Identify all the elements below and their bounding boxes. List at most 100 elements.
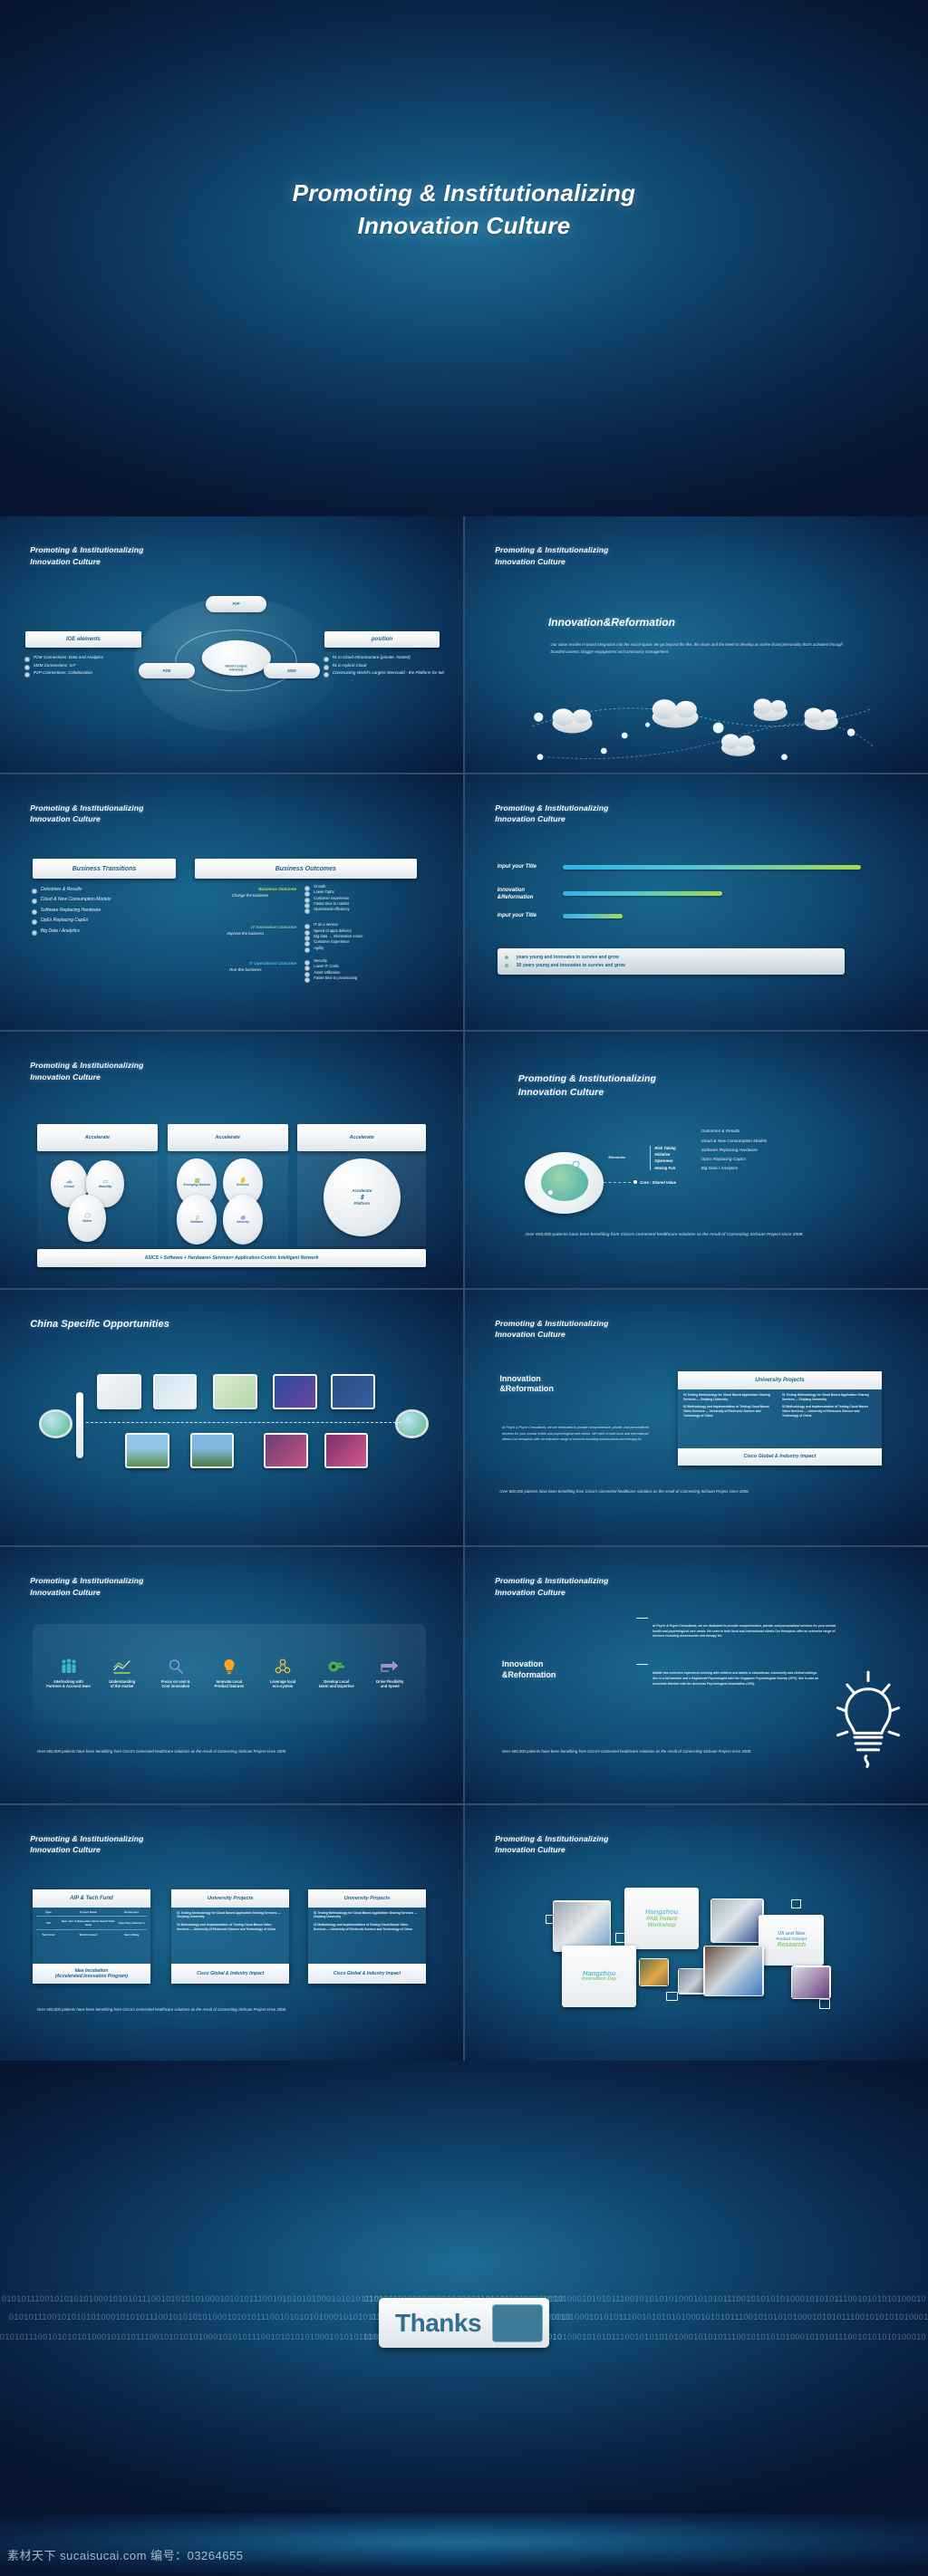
slide-bulb[interactable]: Promoting & Institutionalizing Innovatio… — [465, 1547, 928, 1803]
timeline-card-bottom-4[interactable] — [324, 1432, 369, 1469]
timeline-card-top-5[interactable] — [331, 1373, 375, 1410]
card-item: 01 Testing Methodology for Cloud Based A… — [313, 1910, 418, 1919]
image-placeholder — [191, 1434, 233, 1467]
group-sub: Run the business — [229, 966, 262, 972]
icon-item-innovate[interactable]: Innovate Local Product features — [202, 1658, 256, 1689]
photo-card-3[interactable] — [638, 1958, 669, 1987]
circle-label: Emerging Markets — [183, 1182, 210, 1187]
paragraph-2: Natalie has extensive experience working… — [652, 1671, 819, 1686]
list-item: Asset Utilization — [305, 970, 454, 976]
poster-page: Promoting & Institutionalizing Innovatio… — [0, 0, 928, 2576]
thanks-slide: 0101011100101010101000101010111001010101… — [0, 2061, 928, 2514]
ioe-elements-header[interactable]: IOE elements — [25, 631, 141, 649]
slide-title: Promoting & Institutionalizing Innovatio… — [517, 1073, 657, 1099]
card-line2: Innovation Day — [581, 1975, 617, 1982]
slide-title: Promoting & Institutionalizing Innovatio… — [495, 1576, 609, 1597]
note-row: years young and innovates to survive and… — [504, 955, 837, 960]
arrow-icon — [381, 1660, 399, 1672]
section-heading: Innovation &Reformation — [501, 1659, 556, 1679]
icon-item-interlocking[interactable]: Interlocking with Partners & Account tea… — [42, 1658, 95, 1689]
cell: Yujia Chen, Eleanor Li — [118, 1920, 145, 1925]
timeline-card-bottom-2[interactable] — [189, 1432, 235, 1469]
table-body: Type Project Name Employees AIP Next -Ge… — [32, 1907, 151, 1965]
outcomes-list: Outcomes & Results Cloud & New Consumpti… — [701, 1129, 896, 1170]
photo-card-text-3[interactable]: UX and New Product Concept Research — [759, 1914, 825, 1966]
gear-icon — [328, 1661, 345, 1672]
image-placeholder — [154, 1375, 196, 1408]
circle-label: Cloud — [63, 1184, 74, 1189]
business-transitions-header[interactable]: Business Transitions — [32, 858, 177, 879]
photo-card-text-1[interactable]: Hangzhou PAB Patent Workshop — [624, 1888, 700, 1950]
aip-table-card[interactable]: AIP & Tech Fund Type Project Name Employ… — [32, 1889, 151, 1985]
bullet-dot — [504, 956, 508, 960]
slide-ioe[interactable]: Promoting & Institutionalizing Innovatio… — [0, 516, 463, 773]
university-card-1[interactable]: University Projects 01 Testing Methodolo… — [171, 1889, 290, 1985]
photo-card-text-2[interactable]: Hangzhou Innovation Day — [562, 1945, 637, 2007]
photo-card-6[interactable] — [791, 1966, 831, 2000]
timeline-knob-right — [398, 1412, 427, 1436]
icon-item-talent[interactable]: Develop Local talent and Expertise — [310, 1658, 363, 1689]
slide-aip[interactable]: Promoting & Institutionalizing Innovatio… — [0, 1804, 463, 2061]
circle-accelerate-platform: Accelerate ⇕ Platform — [323, 1158, 401, 1237]
business-outcomes-header[interactable]: Business Outcomes — [194, 858, 417, 879]
photo-card-2[interactable] — [710, 1898, 764, 1944]
slide-university[interactable]: Promoting & Institutionalizing Innovatio… — [465, 1289, 928, 1545]
accelerate-col-1[interactable]: Accelerate ☁ Cloud ▭ Mobility 🖵 Video — [36, 1123, 158, 1247]
image-placeholder — [711, 1899, 763, 1942]
photo-card-1[interactable] — [553, 1900, 611, 1952]
university-card[interactable]: University Projects 01 Testing Methodolo… — [678, 1370, 882, 1466]
list-item: Cloud & New Consumption Models — [32, 897, 190, 903]
icon-item-cost[interactable]: Focus on cost & Cost innovation — [149, 1658, 202, 1689]
accelerate-col-3[interactable]: Accelerate Accelerate ⇕ Platform — [297, 1123, 427, 1247]
timeline-card-top-4[interactable] — [273, 1373, 318, 1410]
slide-footnote: Over 600,000 patients have been benefiti… — [36, 2006, 287, 2012]
timeline-card-bottom-1[interactable] — [124, 1432, 169, 1469]
slide-icons[interactable]: Promoting & Institutionalizing Innovatio… — [0, 1547, 463, 1803]
accelerate-col-2[interactable]: Accelerate ▥ Emerging Markets ✋ Services ▯… — [167, 1123, 288, 1247]
university-card-2[interactable]: University Projects 01 Testing Methodolo… — [307, 1889, 427, 1985]
icon-item-flexibility[interactable]: Drive Flexibility and Speed — [363, 1658, 417, 1689]
slide-title: Promoting & Institutionalizing Innovatio… — [30, 803, 144, 824]
list-item: #1 in Hybrid Cloud — [324, 663, 450, 669]
icon-item-ecosystem[interactable]: Leverage local eco-system — [256, 1658, 309, 1689]
icon-panel: Interlocking with Partners & Account tea… — [32, 1623, 427, 1724]
group-label: IT Operational Outcome — [248, 960, 297, 966]
slide-title: Promoting & Institutionalizing Innovatio… — [495, 1833, 609, 1855]
timeline-card-top-2[interactable] — [152, 1373, 198, 1410]
table-footer: Idea Incubation (Accelerated Innovation … — [32, 1964, 151, 1985]
thanks-plate[interactable]: Thanks — [379, 2298, 549, 2348]
slide-elements[interactable]: Promoting & Institutionalizing Innovatio… — [465, 1032, 928, 1288]
slide-business[interactable]: Promoting & Institutionalizing Innovatio… — [0, 774, 463, 1030]
circle-label: Video — [82, 1217, 92, 1223]
list-item: Software Replacing Hardware — [32, 908, 190, 914]
list-item: Agility — [305, 946, 454, 953]
card-item: 01 Testing Methodology for Cloud Based A… — [781, 1392, 869, 1401]
photo-card-5[interactable] — [703, 1945, 764, 1997]
slide-china[interactable]: China Specific Opportunities — [0, 1289, 463, 1545]
card-column-2: 01 Testing Methodology for Cloud Based A… — [782, 1393, 876, 1445]
search-icon — [169, 1659, 183, 1674]
cell: Henry Wang — [123, 1932, 140, 1937]
cell: AIP — [46, 1920, 51, 1925]
bullet-dot — [504, 963, 508, 967]
slide-title: Promoting & Institutionalizing Innovatio… — [495, 1318, 609, 1340]
icon-item-understanding[interactable]: Understanding of the market — [95, 1658, 149, 1689]
notes-box[interactable]: years young and innovates to survive and… — [497, 947, 846, 976]
slide-title: Promoting & Institutionalizing Innovatio… — [495, 803, 609, 824]
slide-footnote: Over 600,000 patients have been benefiti… — [501, 1749, 752, 1754]
people-icon — [62, 1658, 76, 1673]
slide-bars[interactable]: Promoting & Institutionalizing Innovatio… — [465, 774, 928, 1030]
slide-innovation-reformation[interactable]: Promoting & Institutionalizing Innovatio… — [465, 516, 928, 773]
position-list: #1 in Cloud Infrastructure (private, hos… — [324, 655, 450, 679]
card-body: 01 Testing Methodology for Cloud Based A… — [307, 1907, 427, 1965]
timeline-card-top-1[interactable] — [97, 1373, 141, 1410]
square-outline-5 — [818, 1999, 831, 2009]
card-header: University Projects — [678, 1370, 882, 1389]
slide-accelerate[interactable]: Promoting & Institutionalizing Innovatio… — [0, 1032, 463, 1288]
list-item: Outcomes & Results — [32, 887, 190, 893]
slide-collage[interactable]: Promoting & Institutionalizing Innovatio… — [465, 1804, 928, 2061]
position-header[interactable]: position — [324, 631, 440, 649]
card-body: 01 Testing Methodology for Cloud Based A… — [171, 1907, 290, 1965]
timeline-card-top-3[interactable] — [213, 1373, 257, 1410]
timeline-card-bottom-3[interactable] — [264, 1432, 308, 1469]
